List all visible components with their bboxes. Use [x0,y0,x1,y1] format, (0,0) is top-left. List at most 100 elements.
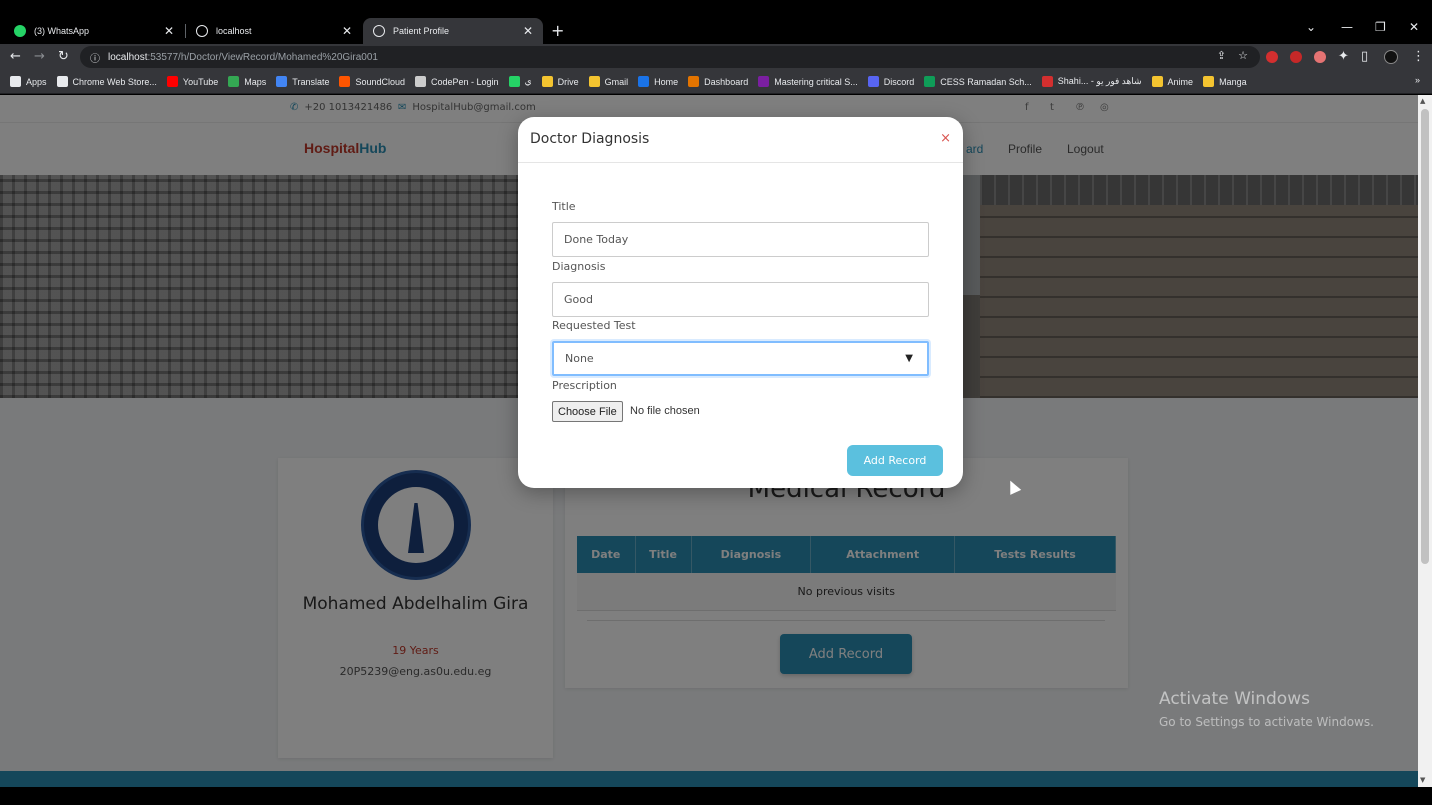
bookmark-label: Discord [883,76,915,87]
bookmark-item[interactable]: Shahi... - شاهد فور يو [1041,76,1142,87]
bookmark-item[interactable]: Home [638,76,678,87]
scroll-up-icon[interactable]: ▲ [1420,97,1425,105]
minimize-icon[interactable]: — [1341,20,1353,34]
bookmark-label: Anime [1167,76,1194,87]
bookmark-icon [276,76,288,87]
menu-icon[interactable]: ⋮ [1412,49,1425,64]
bookmark-icon [56,76,68,87]
modal-title: Doctor Diagnosis [530,131,650,147]
extension-icon[interactable] [1290,51,1302,63]
bookmark-label: Apps [26,76,47,87]
bookmark-label: CESS Ramadan Sch... [940,76,1032,87]
tab-patient-profile[interactable]: Patient Profile ✕ [363,18,543,44]
bookmark-label: Dashboard [704,76,749,87]
bookmark-label: ي [524,76,532,86]
bookmarks-bar: Apps Chrome Web Store... YouTube Maps Transl… [0,70,1432,94]
browser-toolbar: ← → ↻ ⓘ localhost:53577/h/Doctor/ViewRec… [0,44,1432,70]
new-tab-icon[interactable]: + [551,21,564,40]
adblock-icon[interactable] [1266,51,1278,63]
bookmark-item[interactable]: SoundCloud [339,76,405,87]
doctor-diagnosis-modal: Doctor Diagnosis × Title Done Today Diag… [518,117,963,488]
bookmark-item[interactable]: YouTube [166,76,219,87]
tab-title: Patient Profile [393,26,450,36]
bookmark-item[interactable]: ي [508,76,532,87]
star-icon[interactable]: ☆ [1238,49,1248,62]
bookmark-item[interactable]: Discord [867,76,915,87]
bookmark-item[interactable]: Translate [276,76,329,87]
tab-localhost[interactable]: localhost ✕ [186,18,362,44]
title-input[interactable]: Done Today [552,222,929,257]
globe-icon [373,25,385,37]
tab-whatsapp[interactable]: (3) WhatsApp ✕ [4,18,184,44]
puzzle-icon[interactable]: ✦ [1338,49,1349,64]
bookmark-icon [867,76,879,87]
bookmark-item[interactable]: Mastering critical S... [758,76,858,87]
diagnosis-input-value: Good [564,293,593,306]
bookmark-label: CodePen - Login [431,76,499,87]
bookmark-label: Chrome Web Store... [72,76,157,87]
forward-icon[interactable]: → [34,49,45,64]
close-icon[interactable]: ✕ [164,24,174,38]
diagnosis-input[interactable]: Good [552,282,929,317]
tab-title: (3) WhatsApp [34,26,90,36]
bookmark-icon [638,76,650,87]
bookmark-icon [508,76,520,87]
avatar[interactable] [1384,50,1398,64]
taskbar [0,787,1432,805]
chevron-down-icon: ▼ [905,353,913,364]
bookmark-icon [541,76,553,87]
close-icon[interactable]: ✕ [523,24,533,38]
requested-test-value: None [565,352,594,365]
bookmark-item[interactable]: CodePen - Login [415,76,499,87]
bookmark-item[interactable]: Dashboard [688,76,748,87]
tab-search-icon[interactable]: ⌄ [1306,20,1316,34]
bookmark-icon [415,76,427,87]
bookmark-label: Translate [292,76,330,87]
url-host: localhost [108,51,148,63]
bookmark-item[interactable]: Apps [10,76,47,87]
page-scrollbar[interactable]: ▲ ▼ [1418,95,1432,787]
choose-file-button[interactable]: Choose File [552,401,623,422]
address-bar[interactable]: ⓘ localhost:53577/h/Doctor/ViewRecord/Mo… [80,46,1260,68]
close-icon[interactable]: ✕ [342,24,352,38]
bookmark-item[interactable]: Anime [1151,76,1194,87]
bookmark-item[interactable]: CESS Ramadan Sch... [924,76,1032,87]
title-label: Title [552,200,576,213]
close-icon[interactable]: × [940,131,951,146]
back-icon[interactable]: ← [10,49,21,64]
bookmarks-overflow-icon[interactable]: » [1415,75,1420,85]
window-close-icon[interactable]: ✕ [1409,20,1419,34]
bookmark-item[interactable]: Maps [228,76,266,87]
tab-title: localhost [216,26,252,36]
bookmark-item[interactable]: Drive [541,76,579,87]
requested-test-label: Requested Test [552,319,636,332]
bookmark-item[interactable]: Manga [1203,76,1247,87]
globe-icon [196,25,208,37]
bookmark-label: YouTube [182,76,219,87]
bookmark-label: Gmail [604,76,629,87]
modal-add-record-button[interactable]: Add Record [847,445,943,476]
url-path: :53577/h/Doctor/ViewRecord/Mohamed%20Gir… [147,51,378,63]
bookmark-icon [588,76,600,87]
bookmark-icon [924,76,936,87]
activate-windows-title: Activate Windows [1159,689,1310,709]
bookmark-label: Mastering critical S... [774,76,858,87]
bookmark-item[interactable]: Chrome Web Store... [56,76,157,87]
browser-tabstrip: (3) WhatsApp ✕ localhost ✕ Patient Profi… [0,0,1432,44]
extension-icon[interactable] [1314,51,1326,63]
bookmark-icon [1151,76,1163,87]
requested-test-select[interactable]: None ▼ [552,341,929,376]
sidepanel-icon[interactable]: ▯ [1361,49,1368,64]
whatsapp-icon [14,25,26,37]
bookmark-icon [758,76,770,87]
scroll-down-icon[interactable]: ▼ [1420,776,1425,784]
file-status-text: No file chosen [630,405,700,417]
share-icon[interactable]: ⇪ [1217,49,1226,62]
scrollbar-thumb[interactable] [1421,109,1429,564]
site-info-icon[interactable]: ⓘ [90,50,100,65]
restore-icon[interactable]: ❐ [1375,20,1386,34]
diagnosis-label: Diagnosis [552,260,606,273]
reload-icon[interactable]: ↻ [58,49,69,64]
bookmark-icon [1041,76,1053,87]
bookmark-item[interactable]: Gmail [588,76,629,87]
